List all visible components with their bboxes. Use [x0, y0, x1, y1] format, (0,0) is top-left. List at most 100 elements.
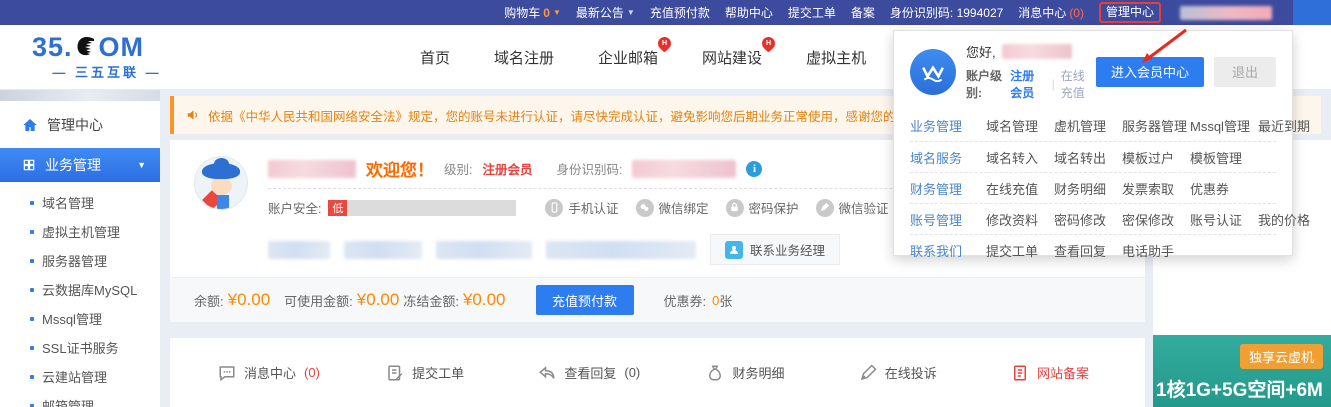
- chevron-down-icon: ▼: [137, 160, 146, 170]
- topbar-announcements-link[interactable]: 最新公告 ▼: [576, 4, 635, 21]
- menu-row-contact: 联系我们 提交工单 查看回复 电话助手: [910, 234, 1276, 265]
- quick-website-beian[interactable]: 网站备案: [1011, 363, 1097, 382]
- menu-link[interactable]: 账号认证: [1190, 210, 1258, 229]
- menu-link[interactable]: 虚机管理: [1054, 116, 1122, 135]
- level-value: 注册会员: [482, 159, 532, 178]
- coupon-label: 优惠券:: [664, 291, 707, 310]
- menu-link[interactable]: 我的价格: [1258, 210, 1326, 229]
- nav-home[interactable]: 首页: [420, 47, 450, 68]
- wechat-icon: [636, 199, 654, 217]
- redacted-contact: [268, 241, 330, 259]
- menu-link[interactable]: 发票索取: [1122, 179, 1190, 198]
- menu-link[interactable]: 域名管理: [986, 116, 1054, 135]
- menu-link[interactable]: 提交工单: [986, 241, 1054, 260]
- message-count: (0): [1069, 6, 1084, 20]
- security-level-badge: 低: [328, 200, 347, 216]
- wechat-verify-link[interactable]: 微信验证: [816, 198, 889, 217]
- topbar-help-link[interactable]: 帮助中心: [725, 4, 773, 21]
- menu-link[interactable]: 域名转出: [1054, 148, 1122, 167]
- id-code-label: 身份识别码:: [557, 159, 623, 178]
- sidebar-item-business-mgmt[interactable]: 业务管理 ▼: [0, 148, 160, 182]
- menu-link[interactable]: 优惠券: [1190, 179, 1258, 198]
- account-level-value: 注册会员: [1010, 67, 1045, 101]
- menu-row-domain: 域名服务 域名转入 域名转出 模板过户 模板管理: [910, 141, 1276, 172]
- quick-submit-ticket[interactable]: 提交工单: [386, 363, 472, 382]
- menu-category: 账号管理: [910, 210, 986, 229]
- topbar-admin-center-link[interactable]: 管理中心: [1099, 2, 1161, 23]
- company-avatar: [910, 49, 956, 95]
- wechat-bind-link[interactable]: 微信绑定: [636, 198, 709, 217]
- enter-member-center-button[interactable]: 进入会员中心: [1096, 57, 1204, 87]
- security-progress-bar: 低: [328, 200, 516, 216]
- menu-link[interactable]: 财务明细: [1054, 179, 1122, 198]
- reply-arrow-icon: [538, 364, 556, 382]
- menu-link[interactable]: 查看回复: [1054, 241, 1122, 260]
- quick-message-center[interactable]: 消息中心(0): [218, 363, 320, 382]
- bullet-icon: [30, 201, 34, 205]
- grid-icon: [22, 158, 36, 172]
- sidebar-item-ssl[interactable]: SSL证书服务: [0, 333, 160, 362]
- frozen-label: 冻结金额:: [403, 291, 459, 310]
- avatar: [194, 156, 248, 210]
- quick-online-complaint[interactable]: 在线投诉: [859, 363, 945, 382]
- topbar-id-code: 身份识别码: 1994027: [890, 4, 1003, 21]
- sidebar: 管理中心 业务管理 ▼ 域名管理 虚拟主机管理 服务器管理 云数据库MySQL …: [0, 90, 160, 407]
- logo-subtitle: — 三五互联 —: [32, 62, 182, 81]
- sidebar-item-server-mgmt[interactable]: 服务器管理: [0, 246, 160, 275]
- dropdown-user-info: 您好, 账户级别: 注册会员 | 在线充值: [966, 42, 1096, 101]
- topbar-ticket-link[interactable]: 提交工单: [788, 4, 836, 21]
- contact-manager-button[interactable]: 联系业务经理: [710, 234, 840, 265]
- bullet-icon: [30, 375, 34, 379]
- menu-link[interactable]: 在线充值: [986, 179, 1054, 198]
- menu-link[interactable]: 密码修改: [1054, 210, 1122, 229]
- info-icon[interactable]: i: [746, 161, 762, 177]
- sidebar-item-cloud-site[interactable]: 云建站管理: [0, 362, 160, 391]
- menu-link[interactable]: 域名转入: [986, 148, 1054, 167]
- menu-link[interactable]: Mssql管理: [1190, 116, 1258, 135]
- coupon-unit: 张: [719, 291, 732, 310]
- sidebar-item-mysql[interactable]: 云数据库MySQL: [0, 275, 160, 304]
- topbar-cart-link[interactable]: 购物车 0 ▼: [504, 4, 561, 21]
- menu-link[interactable]: 电话助手: [1122, 241, 1190, 260]
- nav-enterprise-mail[interactable]: 企业邮箱 H: [598, 47, 658, 68]
- speaker-icon: [186, 108, 200, 122]
- sidebar-submenu: 域名管理 虚拟主机管理 服务器管理 云数据库MySQL Mssql管理 SSL证…: [0, 182, 160, 407]
- logo[interactable]: 35. OM — 三五互联 —: [32, 34, 202, 81]
- menu-link[interactable]: 密保修改: [1122, 210, 1190, 229]
- dragon-logo-icon: [74, 35, 98, 59]
- password-protect-link[interactable]: 密码保护: [726, 198, 799, 217]
- menu-link[interactable]: 模板过户: [1122, 148, 1190, 167]
- chevron-down-icon: ▼: [553, 8, 561, 17]
- nav-website-builder[interactable]: 网站建设 H: [702, 47, 762, 68]
- menu-link[interactable]: 最近到期: [1258, 116, 1326, 135]
- topbar-message-center-link[interactable]: 消息中心 (0): [1018, 4, 1084, 21]
- sidebar-item-mssql[interactable]: Mssql管理: [0, 304, 160, 333]
- balance-value: ¥0.00: [228, 290, 271, 310]
- quick-view-replies[interactable]: 查看回复(0): [538, 363, 640, 382]
- topbar-beian-link[interactable]: 备案: [851, 4, 875, 21]
- money-bag-icon: [706, 364, 724, 382]
- sidebar-item-domain-mgmt[interactable]: 域名管理: [0, 188, 160, 217]
- phone-verify-link[interactable]: 手机认证: [545, 198, 618, 217]
- logo-text-suffix: OM: [99, 34, 145, 61]
- hot-badge-icon: H: [759, 34, 777, 52]
- topbar-right-accent: [1293, 0, 1331, 25]
- sidebar-item-vhost-mgmt[interactable]: 虚拟主机管理: [0, 217, 160, 246]
- balance-label: 余额:: [194, 291, 224, 310]
- menu-row-account: 账号管理 修改资料 密码修改 密保修改 账号认证 我的价格: [910, 203, 1276, 234]
- menu-link[interactable]: 服务器管理: [1122, 116, 1190, 135]
- sidebar-item-mailbox[interactable]: 邮箱管理: [0, 391, 160, 407]
- promo-banner[interactable]: 独享云虚机 1核1G+5G空间+6M: [1153, 335, 1331, 407]
- topbar-recharge-link[interactable]: 充值预付款: [650, 4, 710, 21]
- sidebar-item-admin-center[interactable]: 管理中心: [0, 101, 160, 148]
- message-center-label: 消息中心: [1018, 4, 1066, 21]
- recharge-button[interactable]: 充值预付款: [536, 285, 634, 315]
- menu-link[interactable]: 修改资料: [986, 210, 1054, 229]
- logout-button[interactable]: 退出: [1214, 57, 1276, 87]
- redacted-id-code: [632, 160, 736, 178]
- nav-domain-register[interactable]: 域名注册: [494, 47, 554, 68]
- menu-link[interactable]: 模板管理: [1190, 148, 1258, 167]
- quick-finance-detail[interactable]: 财务明细: [706, 363, 792, 382]
- online-recharge-link[interactable]: 在线充值: [1061, 67, 1096, 101]
- nav-virtual-host[interactable]: 虚拟主机: [806, 47, 866, 68]
